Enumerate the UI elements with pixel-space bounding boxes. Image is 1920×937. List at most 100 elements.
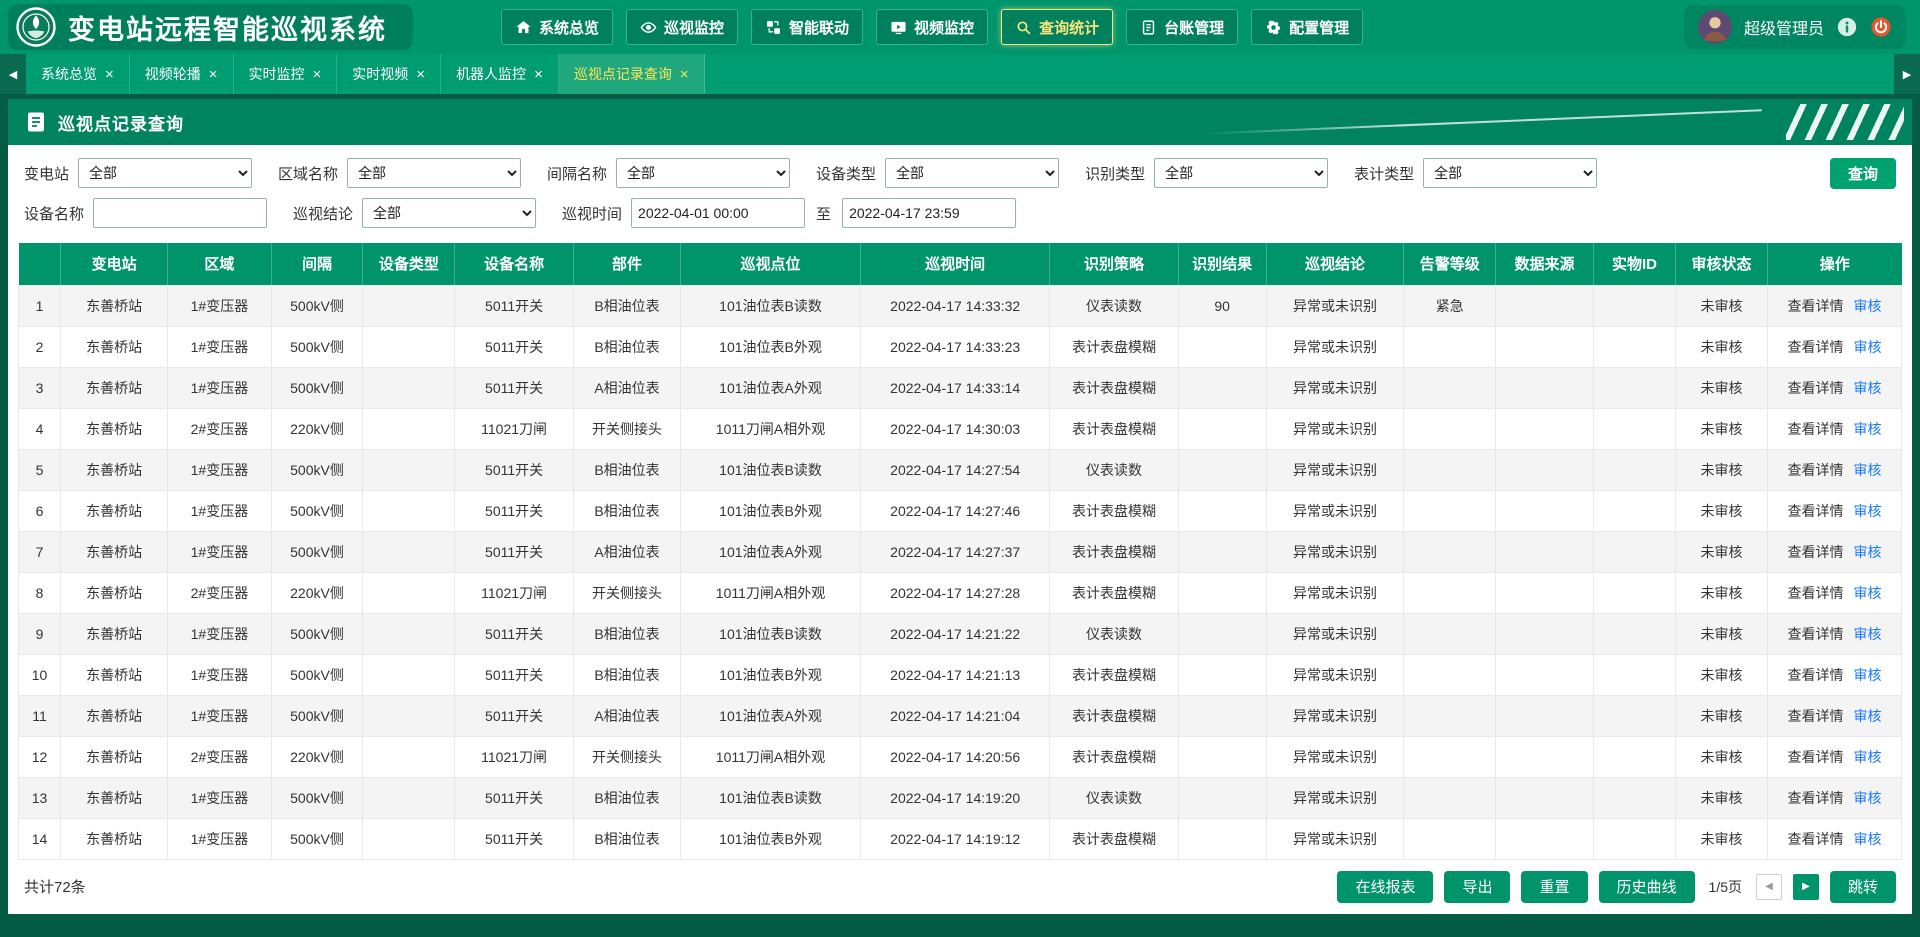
view-detail-link[interactable]: 查看详情 xyxy=(1787,626,1843,642)
nav-ledger-management-button[interactable]: 台账管理 xyxy=(1126,9,1238,45)
avatar[interactable] xyxy=(1698,10,1732,44)
filter-row-1: 变电站全部区域名称全部间隔名称全部设备类型全部识别类型全部表计类型全部 xyxy=(24,158,1896,188)
audit-link[interactable]: 审核 xyxy=(1853,831,1881,847)
column-header: 识别策略 xyxy=(1050,243,1178,285)
audit-link[interactable]: 审核 xyxy=(1853,503,1881,519)
column-header: 部件 xyxy=(573,243,680,285)
view-detail-link[interactable]: 查看详情 xyxy=(1787,380,1843,396)
time-to-input[interactable] xyxy=(842,198,1016,228)
tab-close-icon[interactable]: × xyxy=(313,67,322,82)
table-cell xyxy=(1496,736,1594,777)
table-cell xyxy=(1404,818,1496,859)
audit-link[interactable]: 审核 xyxy=(1853,544,1881,560)
audit-link[interactable]: 审核 xyxy=(1853,462,1881,478)
logout-power-icon[interactable] xyxy=(1870,16,1892,38)
ledger-icon xyxy=(1140,19,1157,36)
filter-select-region-name[interactable]: 全部 xyxy=(347,158,521,188)
tab-robot-monitoring[interactable]: 机器人监控× xyxy=(441,54,559,94)
actions-cell: 查看详情审核 xyxy=(1767,490,1901,531)
table-cell xyxy=(363,285,455,326)
view-detail-link[interactable]: 查看详情 xyxy=(1787,503,1843,519)
tab-close-icon[interactable]: × xyxy=(534,67,543,82)
view-detail-link[interactable]: 查看详情 xyxy=(1787,462,1843,478)
filter-select-meter-type[interactable]: 全部 xyxy=(1423,158,1597,188)
audit-link[interactable]: 审核 xyxy=(1853,667,1881,683)
info-icon[interactable] xyxy=(1836,16,1858,38)
filter-select-recognition-type[interactable]: 全部 xyxy=(1154,158,1328,188)
view-detail-link[interactable]: 查看详情 xyxy=(1787,708,1843,724)
tab-realtime-monitoring[interactable]: 实时监控× xyxy=(234,54,338,94)
device-name-input[interactable] xyxy=(93,198,267,228)
nav-query-statistics-button[interactable]: 查询统计 xyxy=(1001,9,1113,45)
online-report-button[interactable]: 在线报表 xyxy=(1337,871,1433,903)
table-cell: 未审核 xyxy=(1676,449,1768,490)
view-detail-link[interactable]: 查看详情 xyxy=(1787,298,1843,314)
audit-link[interactable]: 审核 xyxy=(1853,421,1881,437)
tab-close-icon[interactable]: × xyxy=(105,67,114,82)
view-detail-link[interactable]: 查看详情 xyxy=(1787,831,1843,847)
reset-button[interactable]: 重置 xyxy=(1521,871,1587,903)
audit-link[interactable]: 审核 xyxy=(1853,380,1881,396)
table-cell xyxy=(1496,490,1594,531)
top-header: 变电站远程智能巡视系统 系统总览巡视监控智能联动视频监控查询统计台账管理配置管理… xyxy=(0,0,1920,54)
filter-select-station[interactable]: 全部 xyxy=(78,158,252,188)
table-cell: 异常或未识别 xyxy=(1266,572,1404,613)
audit-link[interactable]: 审核 xyxy=(1853,298,1881,314)
filter-select-bay-name[interactable]: 全部 xyxy=(616,158,790,188)
table-cell xyxy=(1178,408,1266,449)
view-detail-link[interactable]: 查看详情 xyxy=(1787,421,1843,437)
column-header: 告警等级 xyxy=(1404,243,1496,285)
nav-config-management-button[interactable]: 配置管理 xyxy=(1251,9,1363,45)
export-button[interactable]: 导出 xyxy=(1444,871,1510,903)
table-cell: 500kV侧 xyxy=(271,326,363,367)
conclusion-select[interactable]: 全部 xyxy=(362,198,536,228)
table-cell: 东善桥站 xyxy=(61,285,168,326)
tab-realtime-video[interactable]: 实时视频× xyxy=(337,54,441,94)
audit-link[interactable]: 审核 xyxy=(1853,749,1881,765)
nav-video-monitoring-button[interactable]: 视频监控 xyxy=(876,9,988,45)
nav-smart-linkage-button[interactable]: 智能联动 xyxy=(751,9,863,45)
audit-link[interactable]: 审核 xyxy=(1853,585,1881,601)
table-cell: 异常或未识别 xyxy=(1266,367,1404,408)
view-detail-link[interactable]: 查看详情 xyxy=(1787,667,1843,683)
table-cell xyxy=(1404,736,1496,777)
table-cell: 13 xyxy=(19,777,61,818)
table-cell xyxy=(1496,285,1594,326)
time-range-group: 巡视时间 至 xyxy=(562,198,1016,228)
table-cell xyxy=(1496,326,1594,367)
tab-close-icon[interactable]: × xyxy=(209,67,218,82)
filter-select-device-type[interactable]: 全部 xyxy=(885,158,1059,188)
jump-button[interactable]: 跳转 xyxy=(1830,871,1896,903)
audit-link[interactable]: 审核 xyxy=(1853,626,1881,642)
nav-patrol-monitoring-button[interactable]: 巡视监控 xyxy=(626,9,738,45)
tabs-scroll-left-button[interactable]: ◀ xyxy=(0,54,26,94)
table-cell: 500kV侧 xyxy=(271,367,363,408)
prev-page-button[interactable]: ◀ xyxy=(1756,874,1782,900)
tab-close-icon[interactable]: × xyxy=(680,67,689,82)
view-detail-link[interactable]: 查看详情 xyxy=(1787,749,1843,765)
view-detail-link[interactable]: 查看详情 xyxy=(1787,544,1843,560)
nav-label: 配置管理 xyxy=(1289,17,1349,38)
table-header-row: 变电站区域间隔设备类型设备名称部件巡视点位巡视时间识别策略识别结果巡视结论告警等… xyxy=(19,243,1902,285)
tab-video-carousel[interactable]: 视频轮播× xyxy=(130,54,234,94)
view-detail-link[interactable]: 查看详情 xyxy=(1787,339,1843,355)
table-cell xyxy=(1178,490,1266,531)
search-button[interactable]: 查询 xyxy=(1830,158,1896,189)
tab-system-overview[interactable]: 系统总览× xyxy=(26,54,130,94)
column-header: 巡视时间 xyxy=(860,243,1049,285)
history-curve-button[interactable]: 历史曲线 xyxy=(1599,871,1695,903)
audit-link[interactable]: 审核 xyxy=(1853,790,1881,806)
column-header: 间隔 xyxy=(271,243,363,285)
audit-link[interactable]: 审核 xyxy=(1853,708,1881,724)
view-detail-link[interactable]: 查看详情 xyxy=(1787,585,1843,601)
tab-close-icon[interactable]: × xyxy=(416,67,425,82)
nav-system-overview-button[interactable]: 系统总览 xyxy=(501,9,613,45)
tab-patrol-record-query[interactable]: 巡视点记录查询× xyxy=(559,54,705,94)
audit-link[interactable]: 审核 xyxy=(1853,339,1881,355)
table-cell: 500kV侧 xyxy=(271,531,363,572)
next-page-button[interactable]: ▶ xyxy=(1793,874,1819,900)
view-detail-link[interactable]: 查看详情 xyxy=(1787,790,1843,806)
time-from-input[interactable] xyxy=(631,198,805,228)
table-cell: 2022-04-17 14:19:20 xyxy=(860,777,1049,818)
tabs-scroll-right-button[interactable]: ▶ xyxy=(1894,54,1920,94)
